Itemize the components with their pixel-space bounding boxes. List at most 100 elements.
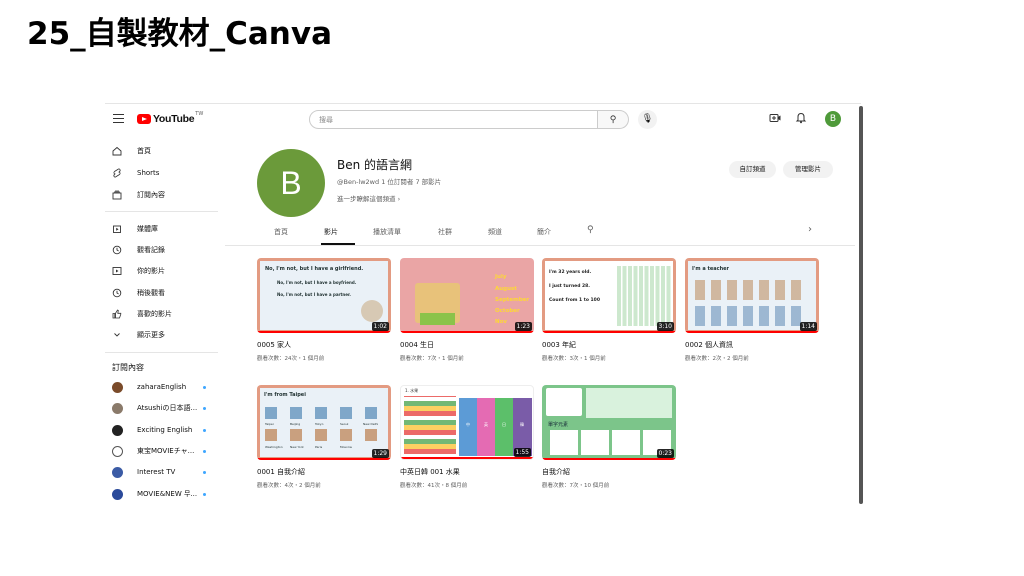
video-meta: 觀看次數：4次・2 個月前 bbox=[257, 483, 321, 489]
thumb-text: No, I'm not, but I have a boyfriend. bbox=[277, 280, 357, 285]
tab-about[interactable]: 簡介 bbox=[537, 227, 551, 237]
video-duration: 1:23 bbox=[514, 322, 532, 331]
watched-progress bbox=[257, 458, 391, 460]
tab-videos[interactable]: 影片 bbox=[324, 227, 338, 237]
sidebar-item-liked[interactable]: 喜歡的影片 bbox=[105, 305, 220, 323]
menu-icon[interactable] bbox=[113, 114, 124, 124]
video-title[interactable]: 中英日韓 001 水果 bbox=[400, 467, 460, 477]
search-icon[interactable]: ⚲ bbox=[587, 225, 594, 235]
channel-more-link[interactable]: 進一步瞭解這個頻道 › bbox=[337, 193, 400, 203]
video-thumbnail[interactable]: 單字元素 0:23 bbox=[542, 385, 676, 460]
sidebar-item-subscriptions[interactable]: 訂閱內容 bbox=[105, 186, 220, 204]
thumb-text: Count from 1 to 100 bbox=[549, 298, 600, 303]
video-duration: 1:14 bbox=[799, 322, 817, 331]
thumb-text: I'm 32 years old. bbox=[549, 270, 592, 275]
video-duration: 0:23 bbox=[656, 449, 674, 458]
mic-icon[interactable]: 🎙 bbox=[638, 110, 657, 129]
sidebar-item-watch-later[interactable]: 稍後觀看 bbox=[105, 284, 220, 302]
sidebar-sub-item[interactable]: Exciting English bbox=[105, 421, 220, 439]
watched-progress bbox=[400, 331, 534, 333]
slide-title: 25_自製教材_Canva bbox=[27, 16, 333, 52]
video-thumbnail[interactable]: No, I'm not, but I have a girlfriend. No… bbox=[257, 258, 391, 333]
thumb-text: I'm a teacher bbox=[692, 266, 729, 272]
video-title[interactable]: 自我介紹 bbox=[542, 467, 570, 477]
video-meta: 觀看次數：7次・1 個月前 bbox=[400, 356, 464, 362]
sidebar-item-label: 觀看記錄 bbox=[137, 246, 165, 254]
channel-avatar-large: B bbox=[257, 149, 325, 217]
sidebar-item-your-videos[interactable]: 你的影片 bbox=[105, 262, 220, 280]
channel-tabs: 首頁 影片 播放清單 社群 頻道 簡介 ⚲ › bbox=[225, 219, 855, 246]
video-duration: 3:10 bbox=[656, 322, 674, 331]
scrollbar[interactable] bbox=[859, 106, 863, 504]
chevron-right-icon[interactable]: › bbox=[808, 224, 812, 235]
video-title[interactable]: 0005 家人 bbox=[257, 340, 291, 350]
sidebar-item-label: Interest TV bbox=[137, 468, 176, 476]
sidebar-divider bbox=[105, 352, 218, 353]
video-title[interactable]: 0002 個人資訊 bbox=[685, 340, 733, 350]
logo-text: YouTube bbox=[153, 113, 195, 125]
account-avatar[interactable]: B bbox=[825, 111, 841, 127]
new-content-dot bbox=[203, 406, 206, 410]
sidebar-item-show-more[interactable]: 顯示更多 bbox=[105, 326, 220, 344]
watch-later-icon bbox=[112, 288, 122, 298]
video-thumbnail[interactable]: I'm a teacher 1:14 bbox=[685, 258, 819, 333]
search-icon: ⚲ bbox=[609, 115, 617, 125]
sidebar-item-library[interactable]: 媒體庫 bbox=[105, 220, 220, 238]
channel-avatar bbox=[112, 466, 123, 478]
sidebar-item-label: 喜歡的影片 bbox=[137, 310, 172, 318]
thumb-text: I'm from Taipei bbox=[264, 392, 306, 398]
video-title[interactable]: 0003 年紀 bbox=[542, 340, 576, 350]
active-tab-underline bbox=[321, 243, 355, 245]
thumb-text: Beijing bbox=[290, 422, 301, 426]
create-icon[interactable] bbox=[769, 112, 781, 124]
new-content-dot bbox=[203, 385, 206, 389]
channel-avatar bbox=[112, 424, 123, 436]
sidebar-item-history[interactable]: 觀看記錄 bbox=[105, 241, 220, 259]
sidebar-item-label: Shorts bbox=[137, 169, 160, 177]
youtube-play-icon bbox=[137, 114, 151, 124]
manage-videos-button[interactable]: 管理影片 bbox=[783, 161, 833, 178]
channel-avatar bbox=[112, 402, 123, 414]
video-thumbnail[interactable]: 1. 水果 中 英 日 韓 1:55 bbox=[400, 385, 534, 460]
channel-avatar bbox=[112, 381, 123, 393]
thumb-text: I just turned 28. bbox=[549, 284, 590, 289]
sidebar-item-label: Atsushiの日本語... bbox=[137, 404, 198, 412]
video-meta: 觀看次數：3次・1 個月前 bbox=[542, 356, 606, 362]
video-title[interactable]: 0001 自我介紹 bbox=[257, 467, 305, 477]
tab-community[interactable]: 社群 bbox=[438, 227, 452, 237]
sidebar-sub-item[interactable]: MOVIE&NEW 무... bbox=[105, 485, 220, 503]
sidebar-item-home[interactable]: 首頁 bbox=[105, 142, 220, 160]
thumb-text: No, I'm not, but I have a partner. bbox=[277, 292, 351, 297]
video-meta: 觀看次數：2次・2 個月前 bbox=[685, 356, 749, 362]
thumb-text: 英 bbox=[484, 422, 488, 427]
thumb-text: Moscow bbox=[340, 445, 352, 449]
tab-playlists[interactable]: 播放清單 bbox=[373, 227, 401, 237]
watched-progress bbox=[685, 331, 819, 333]
thumb-text: No, I'm not, but I have a girlfriend. bbox=[265, 266, 364, 272]
tab-channels[interactable]: 頻道 bbox=[488, 227, 502, 237]
sidebar-item-shorts[interactable]: Shorts bbox=[105, 164, 220, 182]
sidebar-sub-item[interactable]: Atsushiの日本語... bbox=[105, 399, 220, 417]
subscriptions-heading: 訂閱內容 bbox=[112, 363, 144, 372]
thumb-text: 韓 bbox=[520, 422, 524, 427]
thumb-text: New Delhi bbox=[363, 422, 379, 426]
sidebar-item-label: MOVIE&NEW 무... bbox=[137, 490, 198, 498]
thumb-text: Nov bbox=[495, 319, 507, 325]
search-button[interactable]: ⚲ bbox=[598, 110, 629, 129]
youtube-logo[interactable]: YouTube TW bbox=[137, 111, 203, 125]
your-videos-icon bbox=[112, 266, 122, 276]
sidebar-sub-item[interactable]: Interest TV bbox=[105, 463, 220, 481]
video-thumbnail[interactable]: July August September October Nov 1:23 bbox=[400, 258, 534, 333]
video-thumbnail[interactable]: I'm from Taipei Taipei Beijing Tokyo Seo… bbox=[257, 385, 391, 460]
video-thumbnail[interactable]: I'm 32 years old. I just turned 28. Coun… bbox=[542, 258, 676, 333]
notifications-icon[interactable] bbox=[795, 112, 807, 124]
thumb-text: October bbox=[495, 308, 520, 314]
video-title[interactable]: 0004 生日 bbox=[400, 340, 434, 350]
sidebar-sub-item[interactable]: 東宝MOVIEチャ... bbox=[105, 442, 220, 460]
tab-home[interactable]: 首頁 bbox=[274, 227, 288, 237]
customize-channel-button[interactable]: 自訂頻道 bbox=[729, 161, 776, 178]
sidebar-sub-item[interactable]: zaharaEnglish bbox=[105, 378, 220, 396]
search-input[interactable]: 搜尋 bbox=[309, 110, 598, 129]
watched-progress bbox=[401, 457, 533, 459]
thumb-text: September bbox=[495, 297, 530, 303]
